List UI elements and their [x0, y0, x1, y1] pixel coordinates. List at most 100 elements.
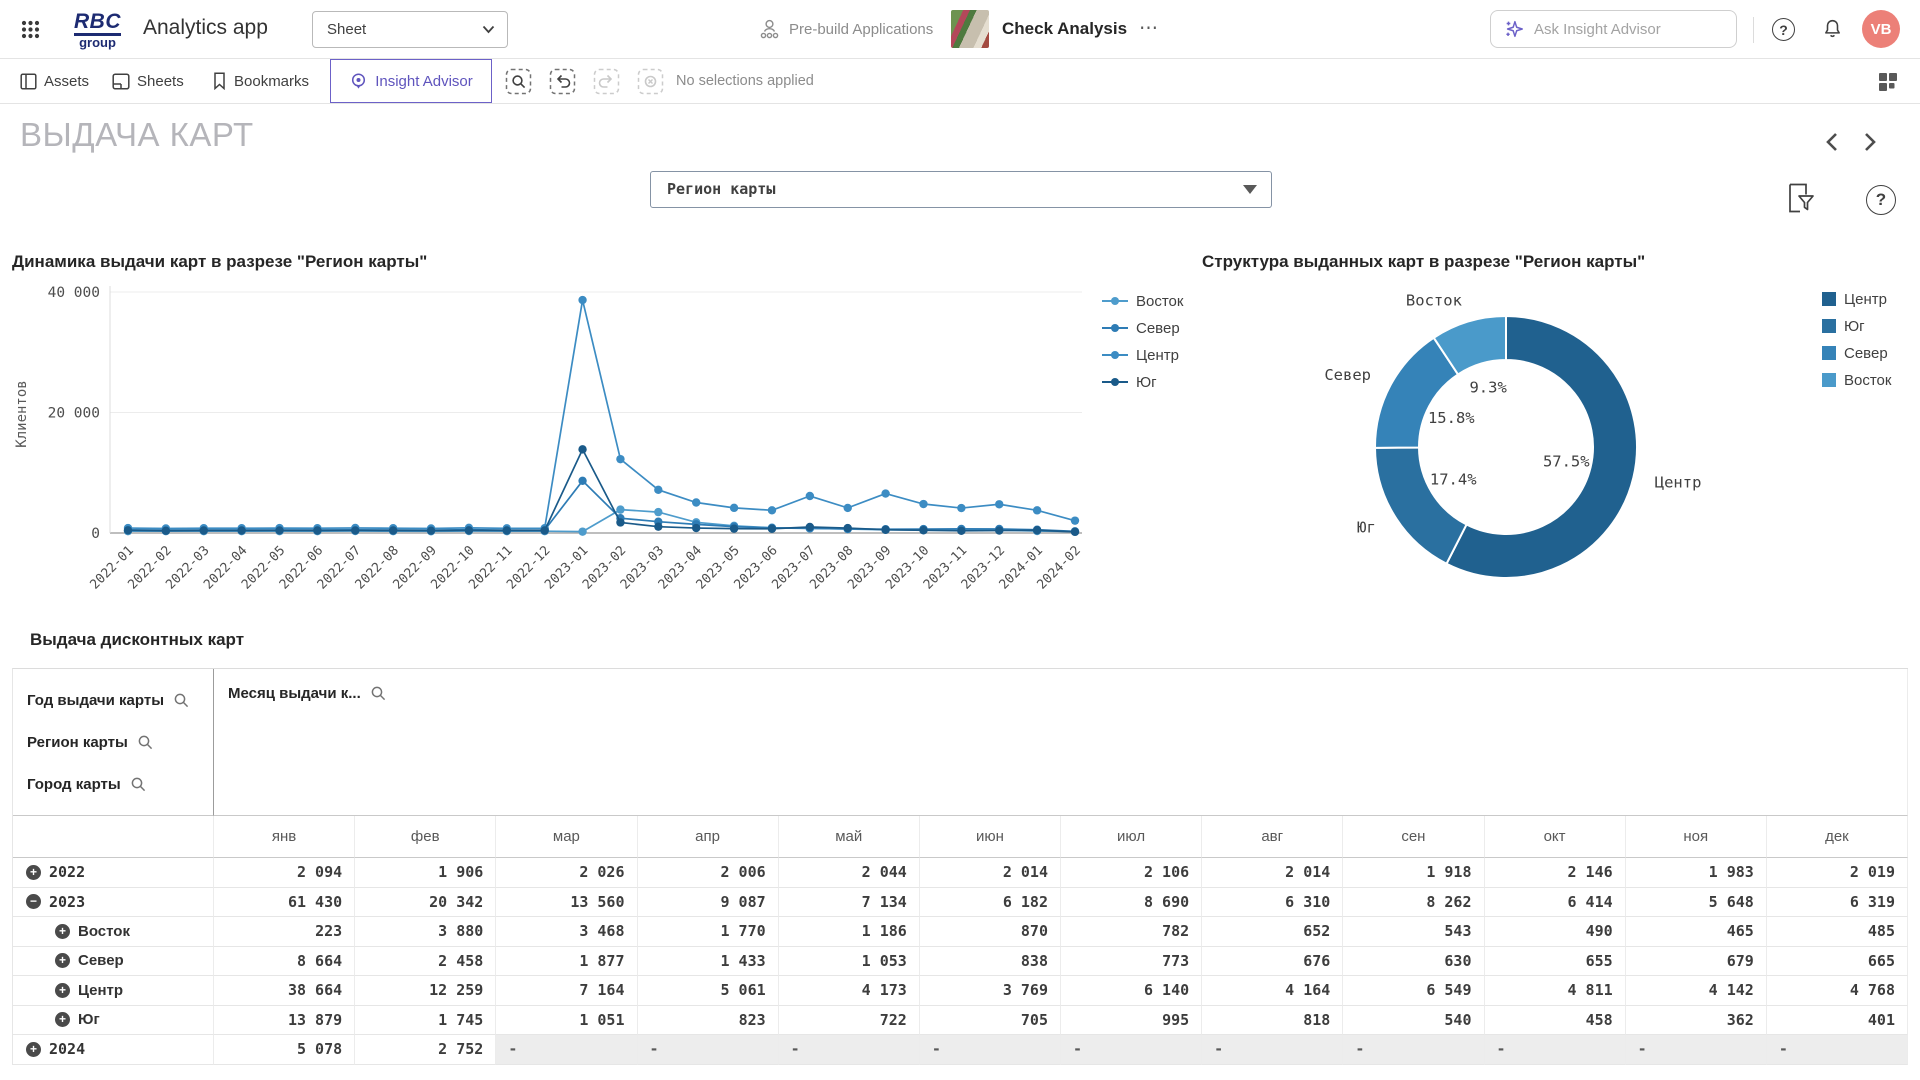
- legend-item-Север[interactable]: Север: [1822, 344, 1891, 362]
- pivot-cell[interactable]: 8 262: [1343, 888, 1484, 918]
- pivot-cell[interactable]: 630: [1343, 947, 1484, 977]
- data-point[interactable]: [503, 526, 511, 534]
- pivot-cell[interactable]: 12 259: [355, 976, 496, 1006]
- pivot-cell[interactable]: 782: [1061, 917, 1202, 947]
- pivot-cell[interactable]: -: [1202, 1035, 1343, 1065]
- selections-tool-icon[interactable]: [1786, 182, 1816, 219]
- data-point[interactable]: [844, 504, 852, 512]
- data-point[interactable]: [654, 508, 662, 516]
- pivot-cell[interactable]: 2 014: [1202, 858, 1343, 888]
- donut-chart[interactable]: 57.5%Центр17.4%Юг15.8%Север9.3%Восток: [1200, 280, 1800, 605]
- pivot-cell[interactable]: 5 078: [214, 1035, 355, 1065]
- series-line-Север[interactable]: [128, 481, 1075, 532]
- pivot-cell[interactable]: 5 648: [1626, 888, 1767, 918]
- month-header-июн[interactable]: июн: [920, 816, 1061, 858]
- month-header-июл[interactable]: июл: [1061, 816, 1202, 858]
- data-point[interactable]: [578, 477, 586, 485]
- data-point[interactable]: [200, 526, 208, 534]
- data-point[interactable]: [730, 504, 738, 512]
- pivot-cell[interactable]: 7 134: [779, 888, 920, 918]
- legend-item-Восток[interactable]: Восток: [1102, 292, 1183, 310]
- data-point[interactable]: [578, 527, 586, 535]
- data-point[interactable]: [1071, 528, 1079, 536]
- pivot-cell[interactable]: 2 106: [1061, 858, 1202, 888]
- data-point[interactable]: [351, 526, 359, 534]
- legend-item-Север[interactable]: Север: [1102, 319, 1183, 337]
- smart-search-selections-button[interactable]: [505, 68, 532, 95]
- expand-icon[interactable]: +: [26, 1042, 41, 1057]
- pivot-cell[interactable]: 7 164: [496, 976, 637, 1006]
- month-header-дек[interactable]: дек: [1767, 816, 1908, 858]
- pivot-cell[interactable]: 2 006: [638, 858, 779, 888]
- assets-button[interactable]: Assets: [20, 59, 89, 103]
- collapse-icon[interactable]: −: [26, 894, 41, 909]
- pivot-cell[interactable]: 401: [1767, 1006, 1908, 1036]
- pivot-cell[interactable]: 3 769: [920, 976, 1061, 1006]
- clear-selections-button[interactable]: [637, 68, 664, 95]
- sheet-selector[interactable]: Sheet: [312, 11, 508, 48]
- dimension-filter-Город карты[interactable]: Город карты: [27, 763, 213, 805]
- row-label-Север[interactable]: +Север: [13, 947, 214, 977]
- pivot-cell[interactable]: -: [1767, 1035, 1908, 1065]
- pivot-cell[interactable]: 818: [1202, 1006, 1343, 1036]
- pivot-cell[interactable]: 223: [214, 917, 355, 947]
- data-point[interactable]: [578, 296, 586, 304]
- data-point[interactable]: [578, 445, 586, 453]
- insight-advisor-button[interactable]: Insight Advisor: [330, 59, 492, 103]
- row-label-Юг[interactable]: +Юг: [13, 1006, 214, 1036]
- dimension-filter-Год выдачи карты[interactable]: Год выдачи карты: [27, 679, 213, 721]
- pivot-cell[interactable]: 6 319: [1767, 888, 1908, 918]
- data-point[interactable]: [1071, 516, 1079, 524]
- more-menu-button[interactable]: ⋯: [1139, 17, 1160, 40]
- month-header-ноя[interactable]: ноя: [1626, 816, 1767, 858]
- pivot-cell[interactable]: 2 019: [1767, 858, 1908, 888]
- data-point[interactable]: [237, 526, 245, 534]
- ask-insight-input[interactable]: [1534, 21, 1724, 38]
- data-point[interactable]: [995, 526, 1003, 534]
- data-point[interactable]: [692, 524, 700, 532]
- pivot-cell[interactable]: -: [1485, 1035, 1626, 1065]
- data-point[interactable]: [540, 526, 548, 534]
- data-point[interactable]: [768, 506, 776, 514]
- pivot-cell[interactable]: 1 053: [779, 947, 920, 977]
- month-header-фев[interactable]: фев: [355, 816, 496, 858]
- pivot-cell[interactable]: 2 458: [355, 947, 496, 977]
- data-point[interactable]: [919, 526, 927, 534]
- insight-advisor-search[interactable]: [1490, 10, 1737, 48]
- pivot-cell[interactable]: 722: [779, 1006, 920, 1036]
- line-chart[interactable]: 020 00040 000Клиентов2022-012022-022022-…: [0, 278, 1190, 608]
- pivot-cell[interactable]: 665: [1767, 947, 1908, 977]
- pivot-cell[interactable]: -: [496, 1035, 637, 1065]
- pivot-cell[interactable]: 995: [1061, 1006, 1202, 1036]
- pivot-cell[interactable]: 773: [1061, 947, 1202, 977]
- pivot-cell[interactable]: 4 164: [1202, 976, 1343, 1006]
- pivot-cell[interactable]: 1 433: [638, 947, 779, 977]
- data-point[interactable]: [313, 526, 321, 534]
- pivot-cell[interactable]: 8 664: [214, 947, 355, 977]
- pivot-cell[interactable]: 4 811: [1485, 976, 1626, 1006]
- row-label-2022[interactable]: +2022: [13, 858, 214, 888]
- pivot-cell[interactable]: 2 094: [214, 858, 355, 888]
- expand-icon[interactable]: +: [55, 983, 70, 998]
- data-point[interactable]: [654, 486, 662, 494]
- pivot-cell[interactable]: 4 768: [1767, 976, 1908, 1006]
- data-point[interactable]: [692, 498, 700, 506]
- data-point[interactable]: [806, 523, 814, 531]
- pivot-cell[interactable]: 4 173: [779, 976, 920, 1006]
- pivot-cell[interactable]: 3 468: [496, 917, 637, 947]
- pivot-cell[interactable]: 20 342: [355, 888, 496, 918]
- pivot-cell[interactable]: 679: [1626, 947, 1767, 977]
- row-label-Центр[interactable]: +Центр: [13, 976, 214, 1006]
- bookmarks-button[interactable]: Bookmarks: [212, 59, 309, 103]
- data-point[interactable]: [844, 524, 852, 532]
- pivot-cell[interactable]: 6 310: [1202, 888, 1343, 918]
- pivot-cell[interactable]: -: [779, 1035, 920, 1065]
- notifications-bell-icon[interactable]: [1820, 16, 1845, 47]
- pivot-cell[interactable]: 1 906: [355, 858, 496, 888]
- pivot-cell[interactable]: -: [1343, 1035, 1484, 1065]
- pivot-cell[interactable]: 838: [920, 947, 1061, 977]
- month-header-авг[interactable]: авг: [1202, 816, 1343, 858]
- row-label-2023[interactable]: −2023: [13, 888, 214, 918]
- pivot-cell[interactable]: 2 146: [1485, 858, 1626, 888]
- pivot-cell[interactable]: 13 560: [496, 888, 637, 918]
